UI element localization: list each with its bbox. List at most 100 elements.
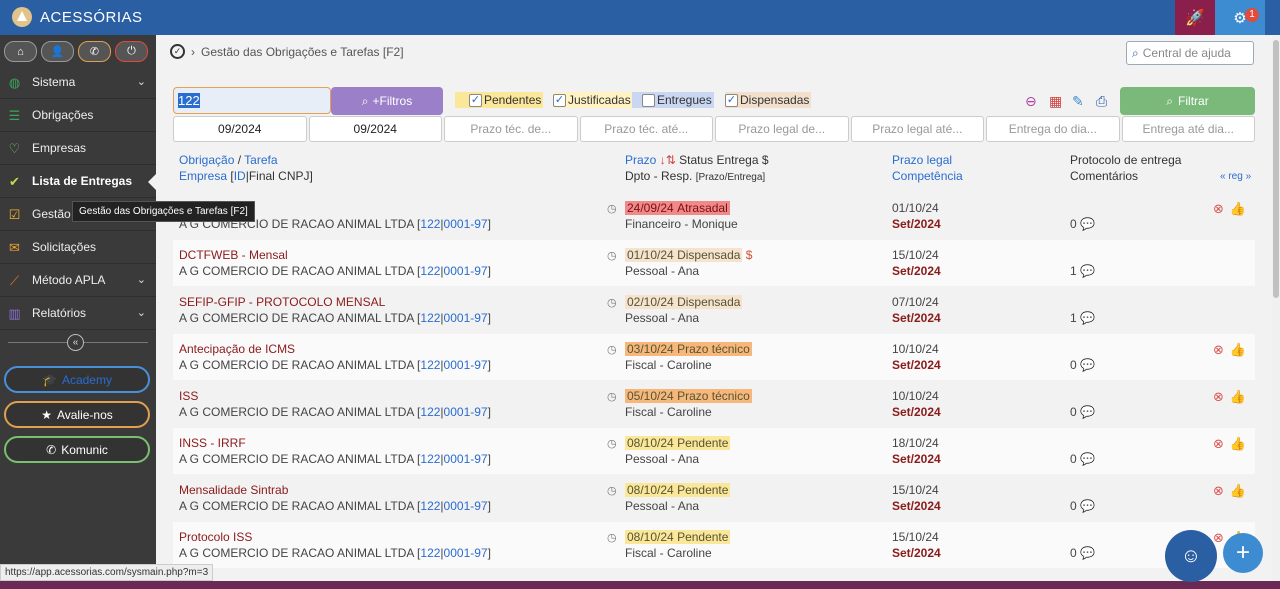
sidebar-item-1[interactable]: ☰ Obrigações — [0, 99, 156, 132]
sort-prazo[interactable]: Prazo — [625, 153, 656, 167]
collapse-sidebar-button[interactable]: « — [67, 334, 84, 351]
clock-icon[interactable]: ◷ — [607, 343, 617, 356]
cnpj-link[interactable]: 0001-97 — [444, 499, 488, 513]
obligation-name[interactable]: Antecipação de ICMS — [179, 342, 295, 356]
thumbs-up-icon[interactable]: 👍 — [1230, 201, 1246, 217]
cancel-icon[interactable]: ⊗ — [1213, 389, 1224, 405]
company-id-link[interactable]: 122 — [420, 358, 440, 372]
cancel-icon[interactable]: ⊗ — [1213, 436, 1224, 452]
entregues-checkbox[interactable]: Entregues — [632, 92, 714, 108]
date-field-4[interactable]: Prazo legal de... — [715, 116, 849, 142]
thumbs-up-icon[interactable]: 👍 — [1230, 436, 1246, 452]
brand[interactable]: ACESSÓRIAS — [12, 6, 143, 28]
obligation-name[interactable]: ISS — [179, 389, 198, 403]
date-field-2[interactable]: Prazo téc. de... — [444, 116, 578, 142]
date-field-0[interactable]: 09/2024 — [173, 116, 307, 142]
academy-button[interactable]: 🎓 Academy — [4, 366, 150, 393]
comments-count[interactable]: 0 💬 — [1070, 217, 1095, 231]
company-id-link[interactable]: 122 — [420, 405, 440, 419]
thumbs-up-icon[interactable]: 👍 — [1230, 342, 1246, 358]
table-row[interactable]: Antecipação de ICMS A G COMERCIO DE RACAO… — [173, 334, 1255, 380]
sort-obrigacao[interactable]: Obrigação — [179, 153, 234, 167]
obligation-name[interactable]: SEFIP-GFIP - PROTOCOLO MENSAL — [179, 295, 385, 309]
phone-button[interactable]: ✆ — [78, 41, 111, 62]
obligation-name[interactable]: Protocolo ISS — [179, 530, 252, 544]
cnpj-link[interactable]: 0001-97 — [444, 546, 488, 560]
cnpj-link[interactable]: 0001-97 — [444, 452, 488, 466]
date-field-6[interactable]: Entrega do dia... — [986, 116, 1120, 142]
comments-count[interactable]: 0 💬 — [1070, 546, 1095, 560]
clock-icon[interactable]: ◷ — [607, 437, 617, 450]
settings-button[interactable]: ⚙ 1 — [1215, 0, 1265, 35]
cnpj-link[interactable]: 0001-97 — [444, 217, 488, 231]
table-row[interactable]: Protocolo ISS A G COMERCIO DE RACAO ANIMA… — [173, 522, 1255, 568]
date-field-5[interactable]: Prazo legal até... — [850, 116, 984, 142]
komunic-button[interactable]: ✆ Komunic — [4, 436, 150, 463]
obligation-name[interactable]: Mensalidade Sintrab — [179, 483, 288, 497]
sidebar-item-3[interactable]: ✔ Lista de Entregas — [0, 165, 156, 198]
calendar-icon[interactable]: ▦ — [1049, 93, 1062, 110]
support-chat-button[interactable]: ☺ — [1165, 530, 1217, 582]
justificadas-checkbox[interactable]: ✓ Justificadas — [553, 92, 633, 108]
filter-button[interactable]: ⌕ Filtrar — [1120, 87, 1255, 115]
dispensadas-checkbox[interactable]: ✓ Dispensadas — [725, 92, 812, 108]
sort-desc-icon[interactable]: ↓⇅ — [660, 153, 676, 167]
company-id-link[interactable]: 122 — [420, 499, 440, 513]
obligation-name[interactable]: DCTFWEB - Mensal — [179, 248, 288, 262]
table-row[interactable]: DCTFWEB - Mensal A G COMERCIO DE RACAO AN… — [173, 240, 1255, 286]
comments-count[interactable]: 0 💬 — [1070, 405, 1095, 419]
clock-icon[interactable]: ◷ — [607, 202, 617, 215]
comments-count[interactable]: 1 💬 — [1070, 264, 1095, 278]
search-input[interactable]: 122 — [173, 87, 331, 114]
header-competencia[interactable]: Competência — [892, 168, 963, 184]
sidebar-item-2[interactable]: ♡ Empresas — [0, 132, 156, 165]
comments-count[interactable]: 0 💬 — [1070, 358, 1095, 372]
company-id-link[interactable]: 122 — [420, 546, 440, 560]
rocket-button[interactable]: 🚀 — [1175, 0, 1215, 35]
sort-empresa[interactable]: Empresa — [179, 169, 227, 183]
company-id-link[interactable]: 122 — [420, 217, 440, 231]
sidebar-item-5[interactable]: ✉ Solicitações — [0, 231, 156, 264]
cancel-icon[interactable]: ⊗ — [1213, 483, 1224, 499]
sidebar-item-0[interactable]: ◍ Sistema ⌄ — [0, 66, 156, 99]
sort-tarefa[interactable]: Tarefa — [244, 153, 277, 167]
table-row[interactable]: Mensalidade Sintrab A G COMERCIO DE RACAO… — [173, 475, 1255, 521]
thumbs-up-icon[interactable]: 👍 — [1230, 389, 1246, 405]
table-row[interactable]: SEFIP-GFIP - PROTOCOLO MENSAL A G COMERCI… — [173, 287, 1255, 333]
table-row[interactable]: INSS - IRRF A G COMERCIO DE RACAO ANIMAL … — [173, 428, 1255, 474]
cnpj-link[interactable]: 0001-97 — [444, 358, 488, 372]
clock-icon[interactable]: ◷ — [607, 249, 617, 262]
company-id-link[interactable]: 122 — [420, 264, 440, 278]
clock-icon[interactable]: ◷ — [607, 390, 617, 403]
table-row[interactable]: A G COMERCIO DE RACAO ANIMAL LTDA [122|0… — [173, 193, 1255, 239]
scrollbar-thumb[interactable] — [1273, 40, 1279, 298]
pendentes-checkbox[interactable]: ✓ Pendentes — [455, 92, 544, 108]
rate-us-button[interactable]: ★ Avalie-nos — [4, 401, 150, 428]
clock-icon[interactable]: ◷ — [607, 296, 617, 309]
edit-icon[interactable]: ✎ — [1072, 93, 1084, 110]
cancel-icon[interactable]: ⊗ — [1213, 530, 1224, 546]
sidebar-item-6[interactable]: ⟋ Método APLA ⌄ — [0, 264, 156, 297]
cnpj-link[interactable]: 0001-97 — [444, 264, 488, 278]
date-field-1[interactable]: 09/2024 — [308, 116, 442, 142]
cancel-icon[interactable]: ⊗ — [1213, 201, 1224, 217]
comments-count[interactable]: 1 💬 — [1070, 311, 1095, 325]
obligation-name[interactable]: INSS - IRRF — [179, 436, 246, 450]
date-field-7[interactable]: Entrega até dia... — [1121, 116, 1255, 142]
help-search-input[interactable]: ⌕ Central de ajuda — [1126, 41, 1254, 65]
thumbs-up-icon[interactable]: 👍 — [1230, 483, 1246, 499]
comments-count[interactable]: 0 💬 — [1070, 452, 1095, 466]
reg-nav-link[interactable]: « reg » — [1220, 169, 1251, 185]
table-row[interactable]: ISS A G COMERCIO DE RACAO ANIMAL LTDA [12… — [173, 381, 1255, 427]
home-button[interactable]: ⌂ — [4, 41, 37, 62]
power-button[interactable]: ⏻ — [115, 41, 148, 62]
header-prazo-legal[interactable]: Prazo legal — [892, 152, 952, 168]
user-button[interactable]: 👤 — [41, 41, 74, 62]
clock-icon[interactable]: ◷ — [607, 531, 617, 544]
company-id-link[interactable]: 122 — [420, 311, 440, 325]
cnpj-link[interactable]: 0001-97 — [444, 405, 488, 419]
sidebar-item-7[interactable]: ▥ Relatórios ⌄ — [0, 297, 156, 330]
cancel-icon[interactable]: ⊗ — [1213, 342, 1224, 358]
date-field-3[interactable]: Prazo téc. até... — [579, 116, 713, 142]
print-icon[interactable]: ⎙ — [1096, 93, 1107, 110]
